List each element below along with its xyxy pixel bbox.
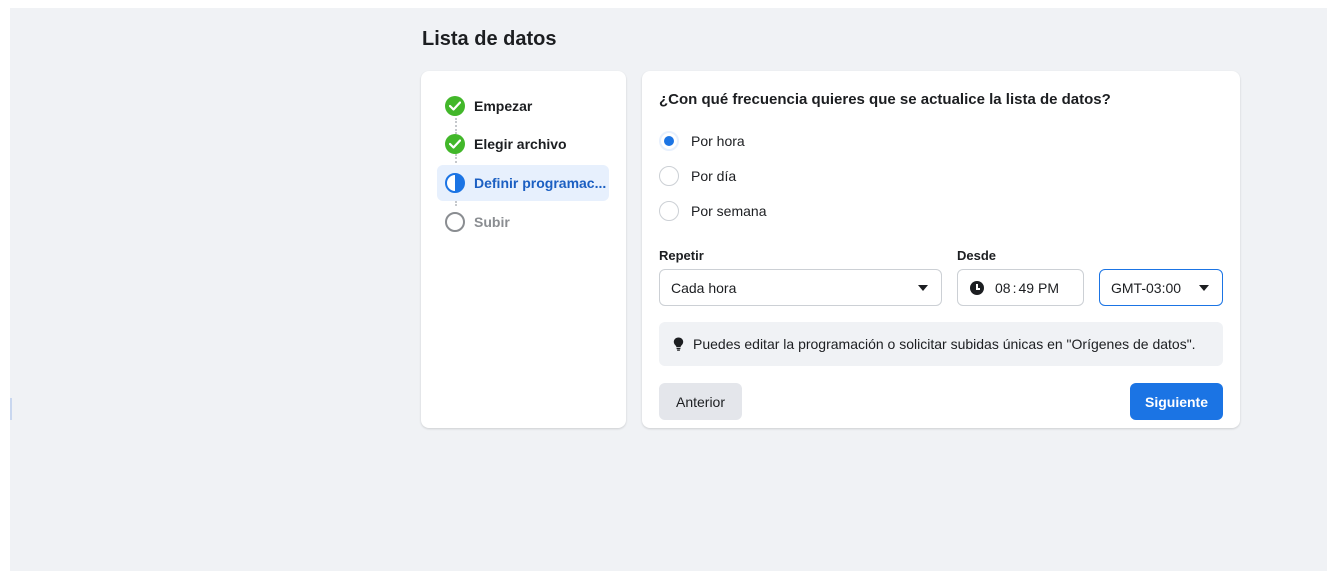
time-period[interactable]: PM (1038, 280, 1059, 296)
back-button[interactable]: Anterior (659, 383, 742, 420)
radio-label: Por día (691, 168, 737, 184)
time-hour[interactable]: 08 (995, 280, 1011, 296)
repeat-label: Repetir (659, 248, 704, 263)
empty-circle-icon (445, 212, 465, 232)
radio-label: Por hora (691, 133, 745, 149)
radio-por-dia[interactable]: Por día (659, 166, 736, 186)
radio-por-hora[interactable]: Por hora (659, 131, 745, 151)
caret-down-icon (918, 285, 928, 291)
step-empezar[interactable]: Empezar (437, 88, 532, 124)
page-background: Lista de datos Empezar Elegir archivo De… (10, 8, 1327, 571)
step-subir[interactable]: Subir (437, 204, 510, 240)
page-title: Lista de datos (422, 28, 557, 50)
time-separator: : (1012, 279, 1017, 296)
check-circle-icon (445, 96, 465, 116)
time-minute[interactable]: 49 (1018, 280, 1034, 296)
step-label: Elegir archivo (474, 136, 567, 152)
step-elegir-archivo[interactable]: Elegir archivo (437, 126, 567, 162)
caret-down-icon (1199, 285, 1209, 291)
radio-button[interactable] (659, 166, 679, 186)
step-label: Subir (474, 214, 510, 230)
steps-panel: Empezar Elegir archivo Definir programac… (421, 71, 626, 428)
radio-button[interactable] (659, 201, 679, 221)
timezone-value: GMT-03:00 (1111, 279, 1182, 296)
frequency-question: ¿Con qué frecuencia quieres que se actua… (659, 91, 1111, 108)
check-circle-icon (445, 134, 465, 154)
radio-button-checked[interactable] (659, 131, 679, 151)
repeat-select[interactable]: Cada hora (659, 269, 942, 306)
half-circle-icon (445, 173, 465, 193)
next-button[interactable]: Siguiente (1130, 383, 1223, 420)
schedule-panel: ¿Con qué frecuencia quieres que se actua… (642, 71, 1240, 428)
step-label: Definir programac... (474, 175, 607, 191)
from-label: Desde (957, 248, 997, 263)
repeat-select-value: Cada hora (671, 279, 737, 296)
left-edge-marker (10, 398, 12, 420)
step-definir-programacion[interactable]: Definir programac... (437, 165, 609, 201)
tip-text: Puedes editar la programación o solicita… (693, 336, 1196, 352)
lightbulb-icon (673, 337, 684, 351)
timezone-select[interactable]: GMT-03:00 (1099, 269, 1223, 306)
radio-por-semana[interactable]: Por semana (659, 201, 766, 221)
tip-banner: Puedes editar la programación o solicita… (659, 322, 1223, 366)
clock-icon (970, 280, 984, 295)
time-input[interactable]: 08 : 49 PM (957, 269, 1084, 306)
step-label: Empezar (474, 98, 533, 114)
radio-label: Por semana (691, 203, 767, 219)
